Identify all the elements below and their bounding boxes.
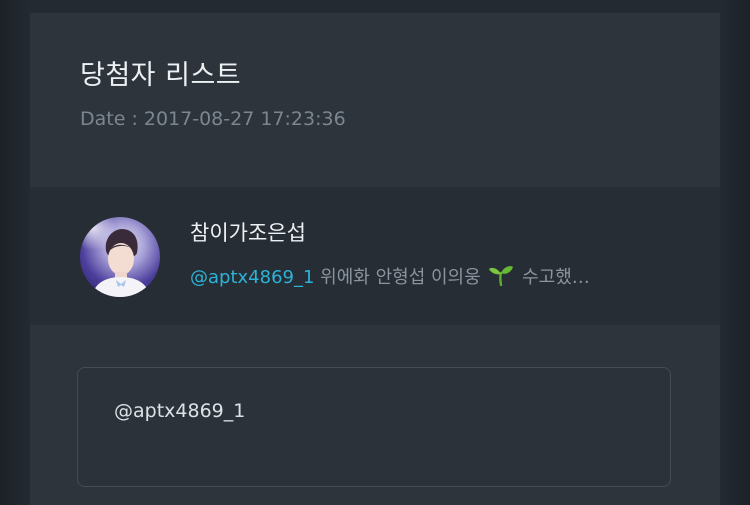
winner-tweet: @aptx4869_1 위에화 안형섭 이의웅 수고했… xyxy=(190,263,660,291)
answer-box: @aptx4869_1 xyxy=(77,367,671,487)
date-line: Date :2017-08-27 17:23:36 xyxy=(80,108,346,130)
sprout-icon xyxy=(488,264,514,291)
winner-name: 참이가조은섭 xyxy=(190,221,306,245)
avatar-image xyxy=(80,217,150,297)
date-label: Date : xyxy=(80,108,138,130)
page-title: 당첨자 리스트 xyxy=(80,60,242,91)
avatar[interactable] xyxy=(80,217,160,297)
tweet-text: 위에화 안형섭 이의웅 xyxy=(320,267,481,288)
winner-list-panel: 당첨자 리스트 Date :2017-08-27 17:23:36 참이가조은섭… xyxy=(30,13,720,505)
tweet-text-continued: 수고했… xyxy=(522,267,590,288)
date-value: 2017-08-27 17:23:36 xyxy=(143,108,346,130)
page: 당첨자 리스트 Date :2017-08-27 17:23:36 참이가조은섭… xyxy=(0,0,750,505)
winner-handle-link[interactable]: @aptx4869_1 xyxy=(190,267,314,288)
winner-row[interactable]: 참이가조은섭 @aptx4869_1 위에화 안형섭 이의웅 수고했… xyxy=(30,187,720,325)
answer-text: @aptx4869_1 xyxy=(114,400,246,422)
